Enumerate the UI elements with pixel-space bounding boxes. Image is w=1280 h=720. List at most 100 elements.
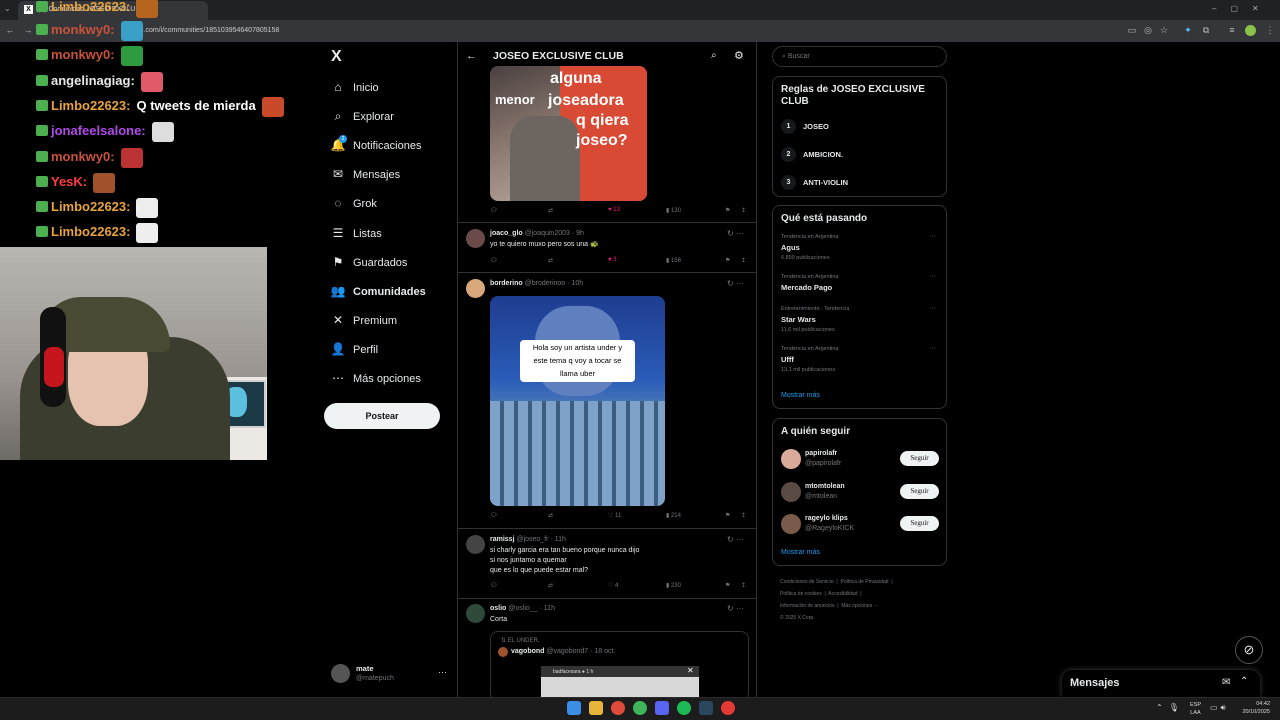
views-icon[interactable]: ▮ 230 [666, 582, 681, 589]
trend-more-icon[interactable]: ··· [929, 273, 936, 280]
search-box[interactable]: ⌕ Buscar [772, 46, 947, 67]
trend-more-icon[interactable]: ··· [929, 345, 936, 352]
follow-button[interactable]: Seguir [900, 451, 939, 466]
reply-icon[interactable]: 💬︎ [490, 207, 498, 214]
share-icon[interactable]: ↥ [741, 582, 746, 589]
sidebar-item[interactable]: ⌕ Explorar [330, 105, 394, 127]
chat-username[interactable]: jonafeelsalone: [51, 123, 146, 138]
url-field[interactable]: x.com/i/communities/1851039546407805158 [60, 24, 1110, 38]
expand-icon[interactable]: ⌃ [1240, 676, 1248, 687]
compose-message-icon[interactable]: ✉ [1222, 677, 1230, 688]
follow-show-more[interactable]: Mostrar más [781, 549, 820, 556]
spotify-icon[interactable] [677, 701, 691, 715]
follow-button[interactable]: Seguir [900, 483, 939, 499]
network-volume-icons[interactable]: ▭🔊︎ [1210, 703, 1229, 713]
tweet-media[interactable]: alguna menor joseadora q qiera joseo? [490, 66, 647, 201]
reply-icon[interactable]: 💬︎ [490, 582, 498, 589]
trend-more-icon[interactable]: ··· [929, 233, 936, 240]
reply-icon[interactable]: 💬︎ [490, 512, 498, 519]
bookmark-icon[interactable]: ⚑ [725, 207, 730, 214]
share-icon[interactable]: ↥ [741, 207, 746, 214]
footer-link[interactable]: Información de anuncios [780, 603, 834, 609]
grok-fab[interactable]: ⊘ [1235, 636, 1263, 664]
chrome-profile-icon[interactable] [633, 701, 647, 715]
footer-link[interactable]: Accesibilidad [828, 591, 857, 597]
chrome-icon[interactable] [611, 701, 625, 715]
windows-start-icon[interactable] [567, 701, 581, 715]
tab-list-icon[interactable]: ⌄ [4, 4, 11, 13]
bookmark-icon[interactable]: ⚑ [725, 257, 730, 264]
trend-name[interactable]: Star Wars [781, 315, 816, 324]
tweet-more-icon[interactable]: ↻ ··· [727, 279, 744, 288]
tweet-media[interactable]: Hola soy un artista under y este tema q … [490, 296, 665, 506]
chat-username[interactable]: monkwy0: [51, 22, 115, 37]
avatar[interactable] [781, 449, 801, 469]
avatar[interactable] [466, 535, 485, 554]
chat-username[interactable]: YesK: [51, 174, 87, 189]
bookmark-icon[interactable]: ⚑ [725, 512, 730, 519]
retweet-icon[interactable]: ⇄ [548, 512, 553, 519]
chat-username[interactable]: Limbo22623: [51, 0, 130, 14]
avatar[interactable] [466, 229, 485, 248]
sidebar-item[interactable]: 🔔 Notificaciones 2 [330, 134, 421, 156]
footer-link[interactable]: Más opciones ··· [841, 603, 878, 609]
follow-name[interactable]: papirolafr [805, 450, 837, 457]
window-controls[interactable]: –▢✕ [1212, 4, 1273, 13]
feed-search-icon[interactable]: ⌕ [711, 50, 717, 61]
cast-icon[interactable]: ▭ [1126, 24, 1138, 36]
retweet-icon[interactable]: ⇄ [548, 207, 553, 214]
trend-more-icon[interactable]: ··· [929, 305, 936, 312]
avatar[interactable] [781, 514, 801, 534]
sidebar-item[interactable]: ☰ Listas [330, 222, 382, 244]
post-button[interactable]: Postear [324, 403, 440, 429]
sidebar-item[interactable]: ◌ Grok [330, 192, 376, 214]
account-avatar[interactable] [331, 664, 350, 683]
steam-icon[interactable] [699, 701, 713, 715]
messages-drawer[interactable]: Mensajes ✉ ⌃ [1062, 670, 1260, 697]
media-icon[interactable]: ≡ [1226, 24, 1238, 36]
sidebar-item[interactable]: ✕ Premium [330, 309, 397, 331]
views-icon[interactable]: ▮ 156 [666, 257, 681, 264]
chat-username[interactable]: Limbo22623: [51, 224, 130, 239]
trend-name[interactable]: Ufff [781, 355, 794, 364]
tweet-more-icon[interactable]: ↻ ··· [727, 604, 744, 613]
trend-name[interactable]: Mercado Pago [781, 283, 832, 292]
like-icon[interactable]: ♥ 13 [608, 207, 620, 213]
discord-icon[interactable] [655, 701, 669, 715]
share-icon[interactable]: ↥ [741, 257, 746, 264]
follow-button[interactable]: Seguir [900, 516, 939, 531]
rule-text[interactable]: ANTI-VIOLIN [803, 178, 848, 187]
like-icon[interactable]: ♡ 11 [608, 512, 621, 519]
app-icon[interactable] [721, 701, 735, 715]
tweet-more-icon[interactable]: ↻ ··· [727, 535, 744, 544]
sidebar-item[interactable]: 👤 Perfil [330, 338, 379, 360]
sidebar-item[interactable]: ⋯ Más opciones [330, 367, 421, 389]
footer-link[interactable]: Condiciones de Servicio [780, 579, 834, 585]
views-icon[interactable]: ▮ 130 [666, 207, 681, 214]
sidebar-item[interactable]: ⌂ Inicio [330, 76, 378, 98]
avatar[interactable] [466, 279, 485, 298]
footer-link[interactable]: Política de Privacidad [841, 579, 889, 585]
language-indicator[interactable]: ESP LAA [1190, 701, 1201, 717]
account-more-icon[interactable]: ··· [438, 667, 447, 677]
trend-name[interactable]: Agus [781, 243, 800, 252]
eye-off-icon[interactable]: ◎ [1142, 24, 1154, 36]
feed-settings-icon[interactable]: ⚙ [734, 49, 744, 62]
sidebar-item[interactable]: 👥 Comunidades [330, 280, 426, 302]
forward-icon[interactable]: → [22, 24, 34, 36]
chat-username[interactable]: monkwy0: [51, 149, 115, 164]
puzzle-icon[interactable]: ⧉ [1200, 24, 1212, 36]
chat-username[interactable]: angelinagiag: [51, 73, 135, 88]
rule-text[interactable]: JOSEO [803, 122, 829, 131]
tweet-more-icon[interactable]: ↻ ··· [727, 229, 744, 238]
avatar[interactable] [1245, 25, 1256, 36]
follow-name[interactable]: mtomtolean [805, 483, 845, 490]
back-icon[interactable]: ← [4, 24, 16, 36]
avatar[interactable] [466, 604, 485, 623]
avatar[interactable] [781, 481, 801, 502]
like-icon[interactable]: ♡ 4 [608, 582, 618, 589]
file-explorer-icon[interactable] [589, 701, 603, 715]
chat-username[interactable]: Limbo22623: [51, 199, 130, 214]
chat-username[interactable]: monkwy0: [51, 47, 115, 62]
like-icon[interactable]: ♥ 3 [608, 257, 617, 263]
